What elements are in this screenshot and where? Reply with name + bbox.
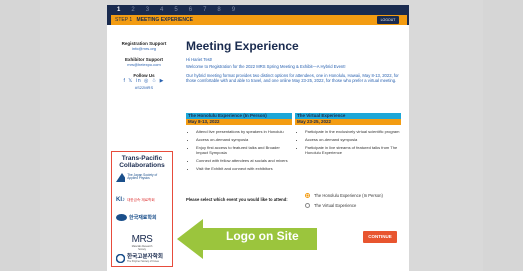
list-item: Attend live presentations by speakers in… <box>196 129 292 134</box>
partner-jsap: The Japan Society of Applied Physics <box>116 172 168 182</box>
mrs-logo-icon: MRS <box>131 234 153 245</box>
jsap-logo-text: The Japan Society of Applied Physics <box>127 172 158 180</box>
radio-unselected-icon[interactable] <box>305 203 310 208</box>
kps-logo-icon <box>116 253 125 263</box>
page-title: Meeting Experience <box>186 39 299 53</box>
hashtag: #S22MRS <box>134 85 154 90</box>
partner-logos-box: Trans-Pacific Collaborations The Japan S… <box>111 151 173 267</box>
kps-logo-text: 한국고분자학회 <box>127 253 164 260</box>
experience-columns: The Honolulu Experience (In Person) May … <box>186 113 402 174</box>
step-8[interactable]: 8 <box>217 5 220 15</box>
mrs-logo-text: Materials Research Society <box>131 245 153 251</box>
radio-honolulu[interactable]: The Honolulu Experience (In Person) <box>305 193 383 198</box>
step-label: STEP 1 MEETING EXPERIENCE <box>111 15 407 25</box>
list-item: Access on-demand symposia <box>305 137 401 142</box>
step-bar: 1 2 3 4 5 6 7 8 9 STEP 1 MEETING EXPERIE… <box>107 5 409 25</box>
list-item: Participate in the exclusively virtual s… <box>305 129 401 134</box>
list-item: Participate in live streams of featured … <box>305 145 401 155</box>
step-label-text: MEETING EXPERIENCE <box>136 17 193 23</box>
registration-support-email[interactable]: info@mrs.org <box>113 46 175 51</box>
honolulu-list: Attend live presentations by speakers in… <box>186 129 292 171</box>
step-label-prefix: STEP 1 <box>115 17 133 23</box>
youtube-icon[interactable]: ▶ <box>160 78 165 84</box>
list-item: Connect with fellow attendees at socials… <box>196 158 292 163</box>
partners-title: Trans-Pacific Collaborations <box>119 155 165 169</box>
honolulu-dates: May 8-13, 2022 <box>186 119 292 125</box>
welcome-text: Welcome to Registration for the 2022 MRS… <box>186 64 346 69</box>
annotation-label: Logo on Site <box>226 229 299 243</box>
radio-selected-icon[interactable] <box>305 193 310 198</box>
step-numbers: 1 2 3 4 5 6 7 8 9 <box>107 5 235 15</box>
virtual-dates: May 23-25, 2022 <box>295 119 401 125</box>
partner-mrs: MRS Materials Research Society <box>129 234 155 252</box>
partner-kps: 한국고분자학회 The Polymer Society of Korea <box>116 253 168 263</box>
social-icons: f 𝕏 in ◎ ♧ ▶ <box>113 78 175 84</box>
step-4[interactable]: 4 <box>160 5 163 15</box>
exhibitor-support-email[interactable]: mrs@heiexpo.com <box>113 62 175 67</box>
radio-virtual[interactable]: The Virtual Experience <box>305 203 356 208</box>
step-6[interactable]: 6 <box>189 5 192 15</box>
step-2[interactable]: 2 <box>131 5 134 15</box>
kps-logo-subtext: The Polymer Society of Korea <box>127 259 159 263</box>
partner-kmr: 한국재료학회 <box>116 212 168 222</box>
main-content: Meeting Experience Hi Hariet Test! Welco… <box>186 39 402 83</box>
linkedin-icon[interactable]: in <box>136 78 142 84</box>
twitter-icon[interactable]: 𝕏 <box>128 78 133 84</box>
logout-button[interactable]: LOGOUT <box>377 16 399 24</box>
virtual-column: The Virtual Experience May 23-25, 2022 P… <box>295 113 401 174</box>
kmr-logo-text: 한국재료학회 <box>129 214 157 221</box>
list-item: Enjoy first access to featured talks and… <box>196 145 292 155</box>
support-sidebar: Registration Support info@mrs.org Exhibi… <box>113 41 175 90</box>
instagram-icon[interactable]: ◎ <box>144 78 149 84</box>
kim-logo-icon: KI♪ <box>116 197 125 203</box>
intro-text: Our hybrid meeting format provides two d… <box>186 73 399 83</box>
facebook-icon[interactable]: f <box>124 78 126 84</box>
step-3[interactable]: 3 <box>146 5 149 15</box>
honolulu-column: The Honolulu Experience (In Person) May … <box>186 113 292 174</box>
kim-logo-text: 대한금속·재료학회 <box>127 197 155 202</box>
event-select-label: Please select which event you would like… <box>186 197 288 202</box>
share-icon[interactable]: ♧ <box>152 78 157 84</box>
kmr-logo-icon <box>116 213 127 221</box>
list-item: Access on-demand symposia <box>196 137 292 142</box>
continue-button[interactable]: CONTINUE <box>363 231 397 243</box>
step-1[interactable]: 1 <box>117 5 120 15</box>
radio-honolulu-label: The Honolulu Experience (In Person) <box>314 193 383 198</box>
step-9[interactable]: 9 <box>232 5 235 15</box>
greeting-text: Hi Hariet Test! <box>186 57 213 62</box>
jsap-logo-icon <box>116 172 126 182</box>
radio-virtual-label: The Virtual Experience <box>314 203 357 208</box>
step-7[interactable]: 7 <box>203 5 206 15</box>
partner-kim: KI♪ 대한금속·재료학회 <box>116 195 168 205</box>
virtual-list: Participate in the exclusively virtual s… <box>295 129 401 155</box>
step-5[interactable]: 5 <box>174 5 177 15</box>
list-item: Visit the Exhibit and connect with exhib… <box>196 166 292 171</box>
